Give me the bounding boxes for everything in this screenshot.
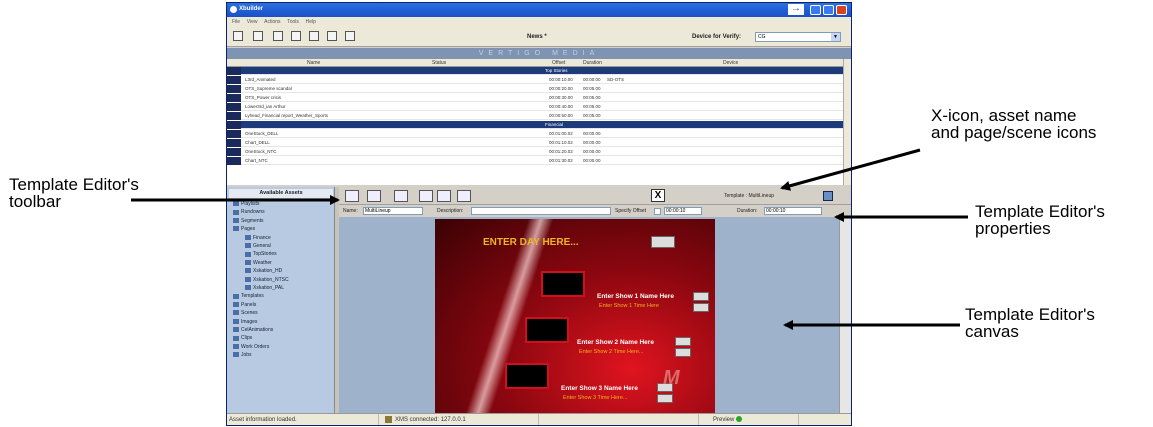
callout-canvas: Template Editor's canvas	[965, 305, 1095, 341]
callout-properties: Template Editor's properties	[975, 202, 1105, 238]
arrow-x-icon	[780, 148, 921, 191]
callout-x-icon: X-icon, asset name and page/scene icons	[931, 106, 1097, 142]
callout-toolbar: Template Editor's toolbar	[9, 175, 139, 211]
